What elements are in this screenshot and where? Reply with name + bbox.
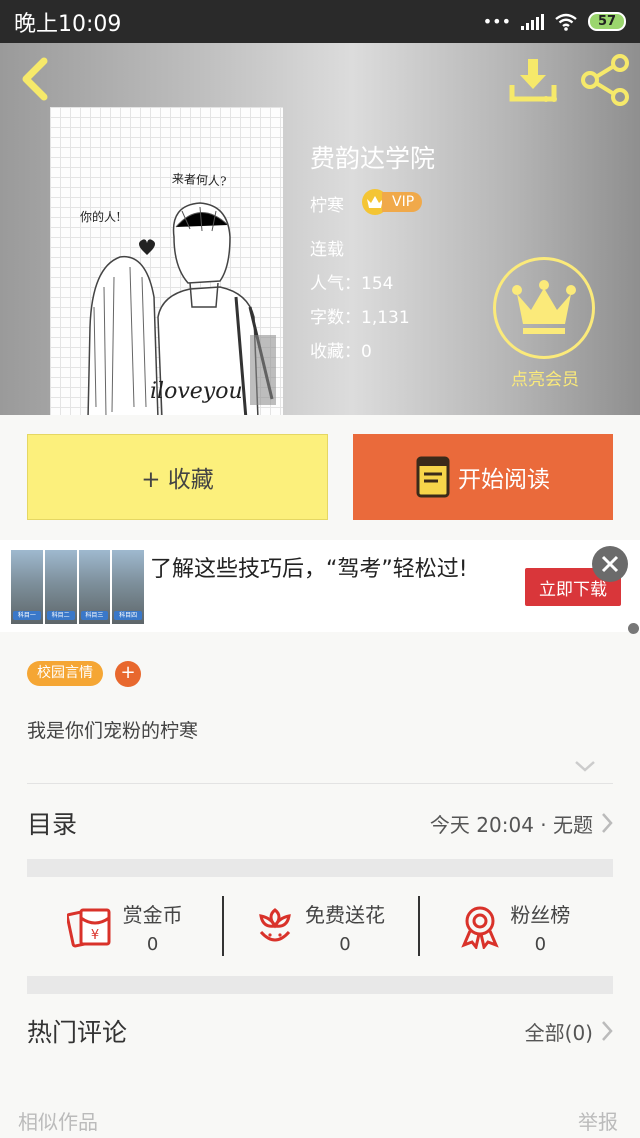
- serial-status: 连载: [310, 240, 344, 260]
- divider: [27, 783, 613, 784]
- reward-coins-value: 0: [146, 934, 159, 955]
- back-button[interactable]: [14, 55, 56, 103]
- chevron-right-icon: [602, 813, 613, 833]
- reward-coins[interactable]: ¥ 赏金币 0: [27, 878, 222, 976]
- catalog-row[interactable]: 目录 今天 20:04 · 无题: [27, 798, 613, 848]
- comments-row[interactable]: 热门评论 全部(0): [27, 1006, 613, 1056]
- vip-badge: VIP: [362, 189, 423, 215]
- fan-ranking-value: 0: [534, 934, 547, 955]
- close-icon: [601, 555, 619, 573]
- popularity: 人气：154: [310, 274, 394, 294]
- start-reading-label: 开始阅读: [458, 467, 550, 493]
- ad-panel-label: 科目二: [46, 611, 75, 620]
- ad-close-button[interactable]: [592, 546, 628, 582]
- status-bar: 晚上10:09 ••• 57: [0, 0, 640, 43]
- author-name[interactable]: 柠寒: [310, 191, 344, 216]
- word-count: 字数：1,131: [310, 308, 410, 328]
- member-button[interactable]: [493, 257, 595, 359]
- report-link[interactable]: 举报: [578, 1106, 618, 1135]
- medal-icon: [461, 906, 500, 949]
- crown-icon: [512, 280, 576, 334]
- svg-text:¥: ¥: [91, 928, 99, 943]
- favorites-count: 收藏：0: [310, 342, 372, 362]
- book-cover-image[interactable]: 来者何人? 你的人! iloveyou: [50, 107, 283, 415]
- reward-stats: ¥ 赏金币 0 免费送花 0 粉丝榜 0: [27, 878, 613, 976]
- member-label[interactable]: 点亮会员: [495, 365, 595, 390]
- signal-icon: [521, 13, 544, 30]
- section-separator: [27, 976, 613, 994]
- latest-chapter: 今天 20:04 · 无题: [429, 812, 593, 837]
- ad-banner[interactable]: 科目一 科目二 科目三 科目四 了解这些技巧后，“驾考”轻松过! 立即下载: [0, 540, 640, 634]
- red-envelope-icon: ¥: [66, 908, 111, 948]
- comments-title: 热门评论: [27, 1018, 128, 1047]
- collect-button[interactable]: + 收藏: [27, 434, 328, 520]
- vip-label: VIP: [382, 192, 423, 212]
- fan-ranking-label: 粉丝榜: [510, 903, 571, 927]
- status-time: 晚上10:09: [14, 11, 122, 37]
- more-dots-icon: •••: [482, 12, 511, 31]
- send-flower-value: 0: [339, 934, 351, 955]
- ad-panel-label: 科目一: [13, 611, 41, 620]
- chevron-right-icon: [602, 1021, 613, 1041]
- fan-ranking[interactable]: 粉丝榜 0: [417, 878, 613, 976]
- start-reading-button[interactable]: 开始阅读: [353, 434, 613, 520]
- section-separator: [27, 859, 613, 877]
- ad-panel-label: 科目三: [80, 611, 109, 620]
- book-icon: [416, 456, 450, 498]
- download-button[interactable]: [506, 55, 560, 105]
- share-button[interactable]: [578, 53, 632, 107]
- book-header: 来者何人? 你的人! iloveyou 费韵达学院 柠寒 VIP 连载 人气：1…: [0, 43, 640, 415]
- similar-works-title: 相似作品: [18, 1110, 98, 1134]
- expand-chevron-icon[interactable]: [574, 758, 596, 774]
- cover-text-top: 来者何人?: [171, 171, 227, 189]
- battery-indicator: 57: [588, 12, 626, 31]
- ad-panel-label: 科目四: [114, 611, 142, 620]
- reward-coins-label: 赏金币: [122, 903, 183, 927]
- flower-icon: [259, 908, 291, 942]
- ad-text[interactable]: 了解这些技巧后，“驾考”轻松过!: [150, 554, 490, 585]
- add-tag-button[interactable]: +: [115, 661, 141, 687]
- ad-image[interactable]: 科目一 科目二 科目三 科目四: [11, 550, 144, 624]
- all-comments-link[interactable]: 全部(0): [525, 1017, 593, 1046]
- send-flower-label: 免费送花: [304, 903, 385, 927]
- cover-text-left: 你的人!: [80, 210, 121, 224]
- book-description: 我是你们宠粉的柠寒: [27, 720, 199, 742]
- send-flower[interactable]: 免费送花 0: [222, 878, 417, 976]
- ad-info-icon[interactable]: [628, 623, 639, 634]
- book-title: 费韵达学院: [310, 144, 436, 173]
- genre-tag[interactable]: 校园言情: [27, 661, 103, 686]
- cover-text-bottom: iloveyou: [150, 379, 243, 404]
- wifi-icon: [555, 13, 577, 31]
- catalog-title: 目录: [27, 810, 78, 839]
